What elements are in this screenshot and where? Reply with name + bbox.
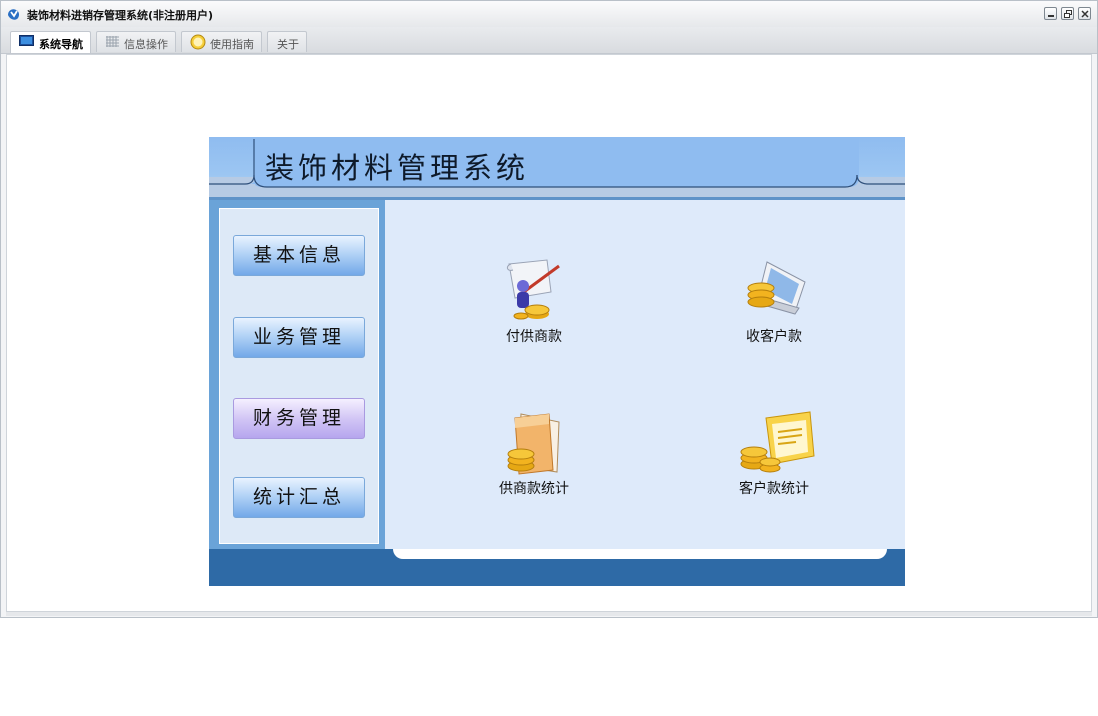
tab-user-guide[interactable]: 使用指南 bbox=[181, 31, 262, 52]
monitor-icon bbox=[19, 35, 34, 46]
minimize-button[interactable] bbox=[1044, 7, 1057, 20]
customer-stats-icon bbox=[740, 411, 815, 473]
panel-footer bbox=[209, 549, 905, 586]
func-receive-customer[interactable]: 收客户款 bbox=[714, 258, 834, 346]
func-label: 供商款统计 bbox=[499, 481, 569, 497]
supplier-stats-icon bbox=[507, 413, 560, 475]
func-customer-stats[interactable]: 客户款统计 bbox=[714, 408, 834, 498]
close-icon bbox=[1081, 10, 1089, 18]
system-name: 装饰材料管理系统 bbox=[265, 151, 530, 185]
app-logo-icon bbox=[8, 9, 20, 20]
function-grid: 付供商款 收客户款 供商款统计 客户款统计 bbox=[385, 200, 905, 549]
tab-label: 使用指南 bbox=[210, 38, 254, 51]
finance-panel: 装饰材料管理系统 基本信息 业务管理 财务管理 统计汇总 付供商款 收客户款 供… bbox=[209, 137, 905, 586]
func-supplier-stats[interactable]: 供商款统计 bbox=[474, 408, 594, 498]
customer-receipt-icon bbox=[747, 261, 806, 315]
func-label: 付供商款 bbox=[506, 329, 562, 345]
title-bar[interactable]: 装饰材料进销存管理系统(非注册用户) bbox=[1, 1, 1097, 27]
nav-basic-info[interactable]: 基本信息 bbox=[233, 235, 365, 276]
panel-header: 装饰材料管理系统 bbox=[209, 137, 905, 200]
status-strip bbox=[6, 612, 1092, 616]
tab-system-nav[interactable]: 系统导航 bbox=[10, 31, 91, 53]
func-pay-supplier[interactable]: 付供商款 bbox=[474, 258, 594, 346]
sidebar-menu: 基本信息 业务管理 财务管理 统计汇总 bbox=[219, 208, 379, 544]
nav-business-mgmt[interactable]: 业务管理 bbox=[233, 317, 365, 358]
tab-label: 信息操作 bbox=[124, 38, 168, 51]
tab-label: 系统导航 bbox=[39, 38, 83, 51]
restore-button[interactable] bbox=[1061, 7, 1074, 20]
tab-label: 关于 bbox=[277, 38, 299, 51]
tab-info-ops[interactable]: 信息操作 bbox=[96, 31, 176, 52]
minimize-icon bbox=[1048, 15, 1054, 17]
grid-icon bbox=[106, 36, 119, 47]
window-title: 装饰材料进销存管理系统(非注册用户) bbox=[27, 9, 214, 22]
func-label: 收客户款 bbox=[746, 329, 802, 345]
footer-tray bbox=[393, 549, 887, 559]
tab-bar: 系统导航 信息操作 使用指南 关于 bbox=[1, 27, 1097, 54]
nav-finance-mgmt[interactable]: 财务管理 bbox=[233, 398, 365, 439]
nav-statistics[interactable]: 统计汇总 bbox=[233, 477, 365, 518]
restore-icon bbox=[1064, 10, 1072, 18]
supplier-payment-icon bbox=[506, 259, 560, 320]
func-label: 客户款统计 bbox=[739, 481, 809, 497]
sidebar: 基本信息 业务管理 财务管理 统计汇总 bbox=[209, 200, 385, 549]
help-icon bbox=[190, 34, 206, 50]
tab-about[interactable]: 关于 bbox=[267, 31, 307, 52]
close-button[interactable] bbox=[1078, 7, 1091, 20]
